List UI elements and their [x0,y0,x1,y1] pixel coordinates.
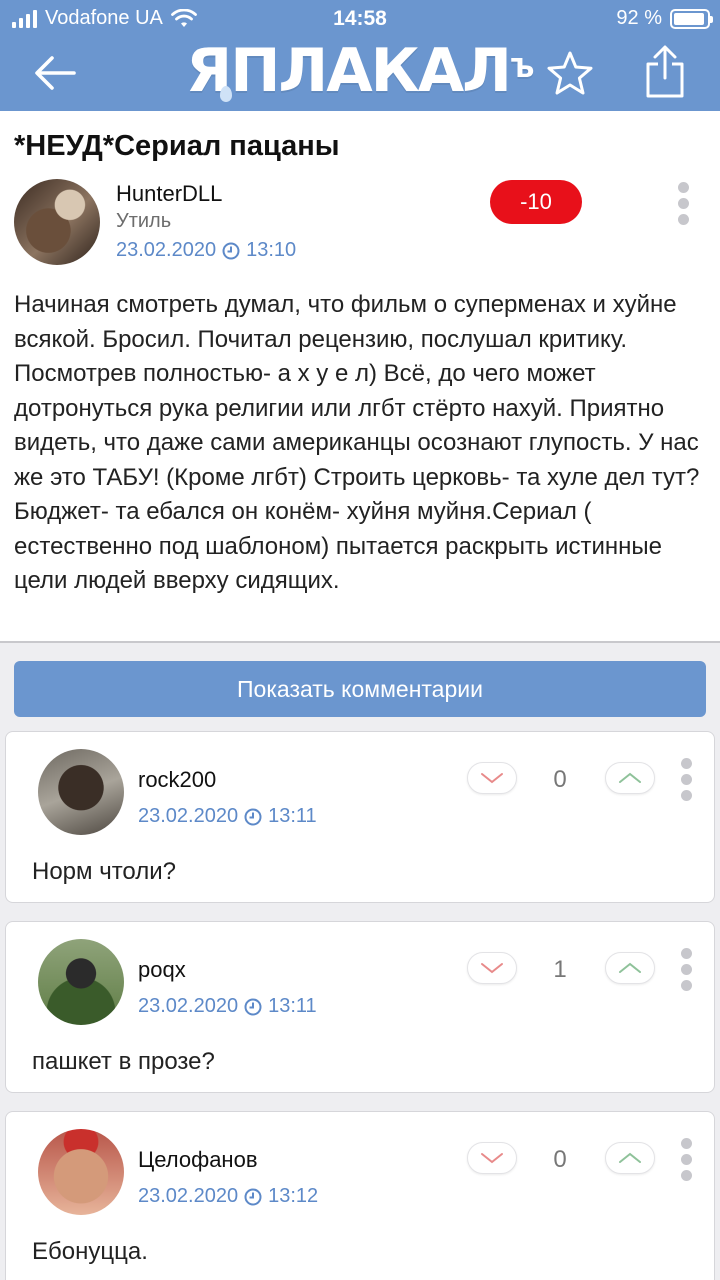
post-body: Начиная смотреть думал, что фильм о супе… [14,291,700,594]
comment-card: Целофанов 23.02.2020 13:12 0 Ебонуцца. [5,1111,715,1280]
comment-time: 13:12 [268,1185,319,1207]
clock-icon [244,998,262,1015]
comment-date: 23.02.2020 [138,995,239,1017]
vote-count: 0 [553,766,567,793]
post-datetime: 23.02.2020 13:10 [116,239,296,262]
comment-date: 23.02.2020 [138,805,239,827]
comment-datetime: 23.02.2020 13:11 [138,995,317,1018]
post-time: 13:10 [246,239,297,261]
comment-text: Ебонуцца. [32,1238,148,1265]
downvote-chevron-icon [481,1153,503,1164]
comment-text: пашкет в прозе? [32,1048,215,1075]
kebab-menu-icon[interactable] [680,758,692,801]
clock-icon [244,808,262,825]
app-logo[interactable]: ЯПЛАКАЛЪ [186,41,534,102]
post-title: *НЕУД*Сериал пацаны [14,130,340,162]
downvote-chevron-icon [481,963,503,974]
avatar[interactable] [38,749,124,835]
show-comments-button[interactable]: Показать комментарии [14,661,706,717]
downvote-chevron-icon [481,773,503,784]
back-arrow-icon[interactable] [30,48,80,98]
upvote-button[interactable] [605,1142,655,1174]
avatar[interactable] [14,179,100,265]
clock-icon [222,242,240,259]
upvote-chevron-icon [619,1152,641,1163]
logo-drop [220,86,232,102]
comment-datetime: 23.02.2020 13:12 [138,1185,318,1208]
share-icon[interactable] [640,44,690,100]
post-date: 23.02.2020 [116,239,217,261]
avatar[interactable] [38,1129,124,1215]
comment-author[interactable]: rock200 [138,767,216,793]
comment-author[interactable]: poqx [138,957,186,983]
comment-time: 13:11 [268,995,317,1017]
upvote-chevron-icon [619,772,641,783]
kebab-menu-icon[interactable] [680,1138,692,1181]
comment-card: poqx 23.02.2020 13:11 1 пашкет в прозе? [5,921,715,1093]
battery-percent: 92 % [616,7,662,29]
downvote-button[interactable] [467,762,517,794]
upvote-button[interactable] [605,952,655,984]
kebab-menu-icon[interactable] [677,182,689,225]
comment-card: rock200 23.02.2020 13:11 0 Норм чтоли? [5,731,715,903]
comment-text: Норм чтоли? [32,858,176,885]
kebab-menu-icon[interactable] [680,948,692,991]
upvote-chevron-icon [619,962,641,973]
post-author-rank: Утиль [116,210,172,232]
comment-datetime: 23.02.2020 13:11 [138,805,317,828]
battery-icon [670,8,713,29]
downvote-button[interactable] [467,1142,517,1174]
vote-count: 0 [553,1146,567,1173]
avatar[interactable] [38,939,124,1025]
clock-icon [244,1188,262,1205]
vote-count: 1 [553,956,567,983]
post-rating-badge[interactable]: -10 [490,180,582,224]
upvote-button[interactable] [605,762,655,794]
status-time: 14:58 [333,7,387,30]
downvote-button[interactable] [467,952,517,984]
status-bar: Vodafone UA 14:58 92 % [0,0,720,38]
comment-time: 13:11 [268,805,317,827]
comment-author[interactable]: Целофанов [138,1147,258,1173]
star-icon[interactable] [544,48,596,100]
app-header: Vodafone UA 14:58 92 % ЯПЛАКАЛЪ [0,0,720,111]
post-author[interactable]: HunterDLL [116,181,222,207]
comment-date: 23.02.2020 [138,1185,239,1207]
